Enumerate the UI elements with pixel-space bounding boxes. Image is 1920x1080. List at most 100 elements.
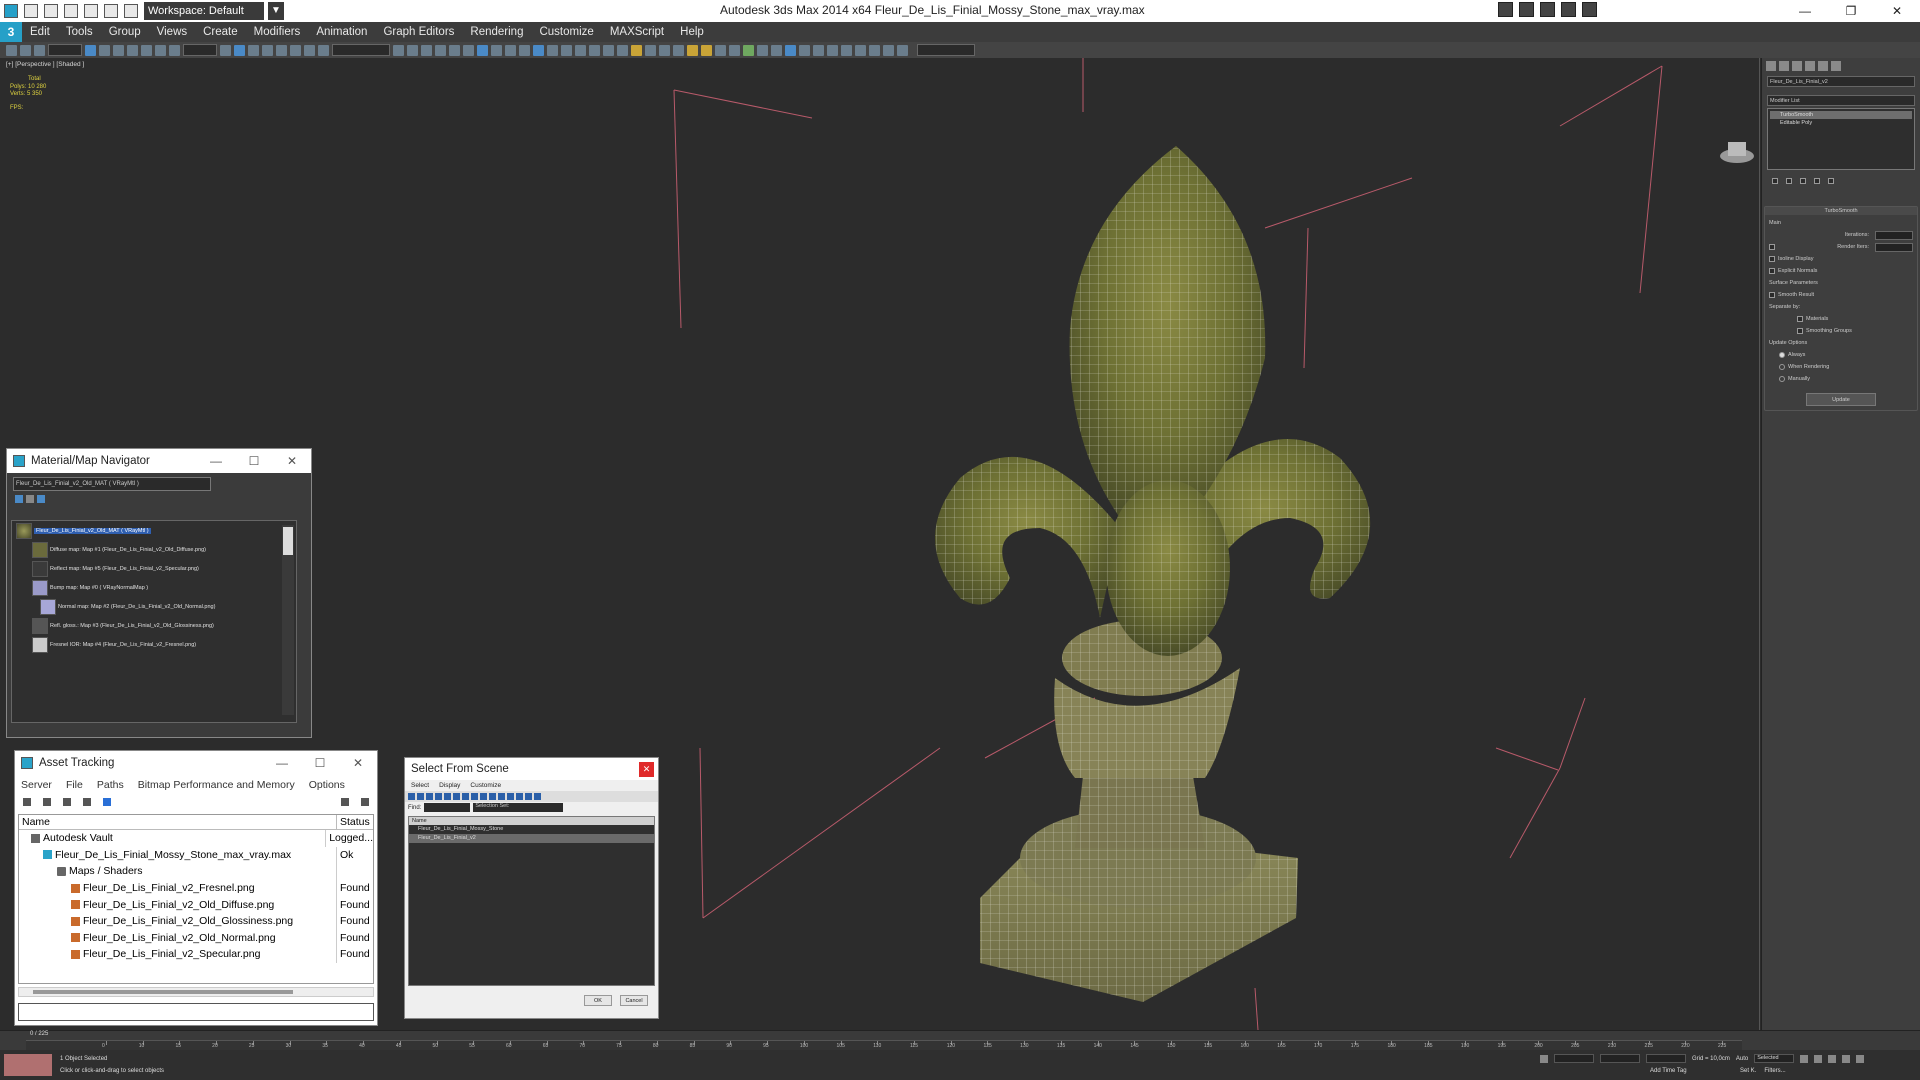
key-filters-button[interactable]: Filters... bbox=[1764, 1068, 1785, 1074]
at-close-icon[interactable]: ✕ bbox=[339, 756, 377, 770]
render-iters-spinner[interactable] bbox=[1875, 242, 1913, 252]
maxscript-listener-icon[interactable] bbox=[4, 1054, 52, 1076]
vray-mesh-export-icon[interactable] bbox=[757, 44, 768, 56]
ss-filter-icon-6[interactable] bbox=[453, 793, 460, 800]
coord-y-field[interactable] bbox=[1600, 1054, 1640, 1063]
ss-menu-customize[interactable]: Customize bbox=[470, 782, 501, 789]
select-manipulate-icon[interactable] bbox=[234, 44, 245, 56]
scrollbar-thumb[interactable] bbox=[33, 990, 293, 994]
material-tree-scrollbar[interactable] bbox=[282, 525, 294, 715]
ss-filter-icon-9[interactable] bbox=[480, 793, 487, 800]
vray-toolbar-icon-8[interactable] bbox=[827, 44, 838, 56]
at-refresh-icon[interactable] bbox=[341, 798, 349, 806]
menu-create[interactable]: Create bbox=[195, 26, 246, 38]
link-icon[interactable] bbox=[6, 44, 17, 56]
star-icon[interactable] bbox=[1561, 2, 1576, 17]
key-mode-dropdown[interactable]: Selected bbox=[1754, 1054, 1795, 1063]
vray-lister-icon[interactable] bbox=[771, 44, 782, 56]
modify-tab-icon[interactable] bbox=[1779, 61, 1789, 71]
stack-item-turbosmooth[interactable]: TurboSmooth bbox=[1770, 111, 1912, 119]
timeline-track[interactable]: 0 10 15 20 25 30 35 40 45 50 55 60 65 70 75 80 85 90 95 100… bbox=[26, 1040, 1742, 1050]
vray-scene-icon[interactable] bbox=[799, 44, 810, 56]
map-item-diffuse[interactable]: Diffuse map: Map #1 (Fleur_De_Lis_Finial… bbox=[32, 542, 206, 558]
menu-help[interactable]: Help bbox=[672, 26, 712, 38]
view-small-icons-icon[interactable] bbox=[26, 495, 34, 503]
menu-views[interactable]: Views bbox=[149, 26, 195, 38]
scrollbar-thumb[interactable] bbox=[283, 527, 293, 555]
at-menu-bitmap[interactable]: Bitmap Performance and Memory bbox=[138, 779, 295, 791]
unlink-icon[interactable] bbox=[20, 44, 31, 56]
vray-light-icon[interactable] bbox=[631, 44, 642, 56]
vray-toolbar-icon-11[interactable] bbox=[869, 44, 880, 56]
rectangular-selection-icon[interactable] bbox=[113, 44, 124, 56]
keyboard-shortcut-icon[interactable] bbox=[248, 44, 259, 56]
menu-edit[interactable]: Edit bbox=[22, 26, 58, 38]
show-end-result-icon[interactable] bbox=[1786, 178, 1792, 184]
selection-filter-dropdown[interactable] bbox=[48, 44, 82, 56]
render-production-icon[interactable] bbox=[519, 44, 530, 56]
ss-filter-icon-11[interactable] bbox=[498, 793, 505, 800]
graphite-toggle-icon[interactable] bbox=[435, 44, 446, 56]
vray-toolbar-icon-9[interactable] bbox=[841, 44, 852, 56]
ss-filter-icon-8[interactable] bbox=[471, 793, 478, 800]
table-row[interactable]: Fleur_De_Lis_Finial_v2_Specular.png Found bbox=[19, 946, 373, 963]
table-row[interactable]: Autodesk Vault Logged... bbox=[19, 830, 373, 847]
vray-toolbar-icon-4[interactable] bbox=[589, 44, 600, 56]
map-item-reflect[interactable]: Reflect map: Map #5 (Fleur_De_Lis_Finial… bbox=[32, 561, 199, 577]
view-large-icons-icon[interactable] bbox=[37, 495, 45, 503]
when-rendering-radio[interactable] bbox=[1779, 364, 1785, 370]
vray-toolbar-icon-7[interactable] bbox=[813, 44, 824, 56]
map-item-bump[interactable]: Bump map: Map #0 ( VRayNormalMap ) bbox=[32, 580, 148, 596]
mirror-icon[interactable] bbox=[393, 44, 404, 56]
select-by-name-icon[interactable] bbox=[99, 44, 110, 56]
vray-material-icon[interactable] bbox=[785, 44, 796, 56]
turbosmooth-title[interactable]: TurboSmooth bbox=[1765, 207, 1917, 215]
list-item[interactable]: Fleur_De_Lis_Finial_v2 bbox=[409, 834, 654, 843]
column-name[interactable]: Name bbox=[409, 817, 654, 825]
vray-ies-icon[interactable] bbox=[701, 44, 712, 56]
ss-close-icon[interactable]: ✕ bbox=[639, 761, 654, 777]
at-menu-options[interactable]: Options bbox=[309, 779, 345, 791]
edit-named-selection-icon[interactable] bbox=[318, 44, 329, 56]
add-time-tag-button[interactable]: Add Time Tag bbox=[1650, 1068, 1687, 1074]
smooth-result-checkbox[interactable] bbox=[1769, 292, 1775, 298]
menu-tools[interactable]: Tools bbox=[58, 26, 101, 38]
update-button[interactable]: Update bbox=[1806, 393, 1876, 406]
material-tree-root[interactable]: Fleur_De_Lis_Finial_v2_Old_MAT ( VRayMtl… bbox=[16, 523, 151, 539]
minimize-icon[interactable]: — bbox=[1782, 0, 1828, 22]
mm-minimize-icon[interactable]: — bbox=[197, 454, 235, 468]
ss-menu-select[interactable]: Select bbox=[411, 782, 429, 789]
coord-z-field[interactable] bbox=[1646, 1054, 1686, 1063]
vray-toolbar-icon-10[interactable] bbox=[855, 44, 866, 56]
explicit-normals-checkbox[interactable] bbox=[1769, 268, 1775, 274]
view-list-icon[interactable] bbox=[15, 495, 23, 503]
at-menu-paths[interactable]: Paths bbox=[97, 779, 124, 791]
previous-frame-icon[interactable] bbox=[1814, 1054, 1823, 1063]
modifier-list-dropdown[interactable]: Modifier List bbox=[1767, 95, 1915, 106]
hierarchy-tab-icon[interactable] bbox=[1792, 61, 1802, 71]
manually-radio[interactable] bbox=[1779, 376, 1785, 382]
material-navigator-titlebar[interactable]: Material/Map Navigator — ☐ ✕ bbox=[7, 449, 311, 473]
auto-key-button[interactable]: Auto bbox=[1736, 1056, 1748, 1062]
angle-snap-icon[interactable] bbox=[276, 44, 287, 56]
map-item-fresnel[interactable]: Fresnel IOR: Map #4 (Fleur_De_Lis_Finial… bbox=[32, 637, 196, 653]
table-row[interactable]: Fleur_De_Lis_Finial_v2_Old_Diffuse.png Fo… bbox=[19, 896, 373, 913]
menu-customize[interactable]: Customize bbox=[531, 26, 601, 38]
undo-icon[interactable] bbox=[84, 4, 98, 18]
ss-filter-icon-14[interactable] bbox=[525, 793, 532, 800]
viewcube-icon[interactable] bbox=[1718, 136, 1756, 166]
materials-checkbox[interactable] bbox=[1797, 316, 1803, 322]
layer-manager-icon[interactable] bbox=[421, 44, 432, 56]
vray-toolbar-icon-12[interactable] bbox=[883, 44, 894, 56]
menu-modifiers[interactable]: Modifiers bbox=[246, 26, 309, 38]
ss-filter-icon-3[interactable] bbox=[426, 793, 433, 800]
move-icon[interactable] bbox=[141, 44, 152, 56]
make-unique-icon[interactable] bbox=[1800, 178, 1806, 184]
table-row[interactable]: Fleur_De_Lis_Finial_v2_Fresnel.png Found bbox=[19, 879, 373, 897]
smoothing-groups-checkbox[interactable] bbox=[1797, 328, 1803, 334]
vray-frame-buffer-icon[interactable] bbox=[533, 44, 544, 56]
mm-maximize-icon[interactable]: ☐ bbox=[235, 454, 273, 468]
ss-filter-icon-15[interactable] bbox=[534, 793, 541, 800]
table-row[interactable]: Fleur_De_Lis_Finial_Mossy_Stone_max_vray… bbox=[19, 846, 373, 864]
cancel-button[interactable]: Cancel bbox=[620, 995, 648, 1006]
